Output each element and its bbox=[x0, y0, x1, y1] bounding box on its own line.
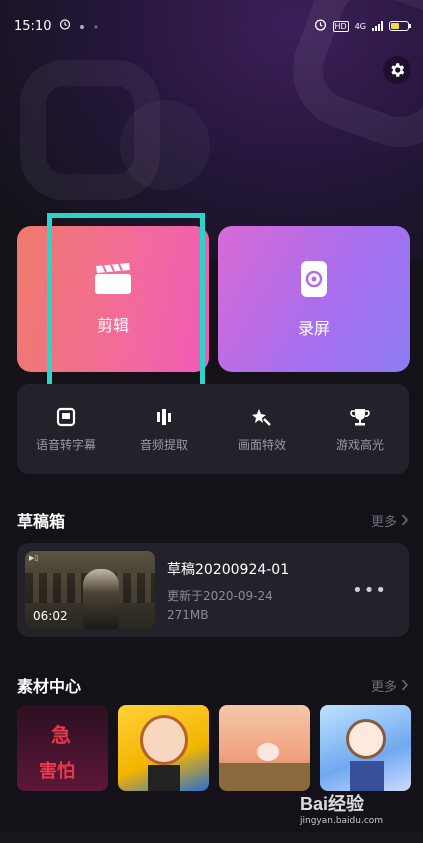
asset-tile[interactable] bbox=[118, 705, 209, 791]
chevron-right-icon bbox=[401, 679, 409, 691]
tool-game-highlight[interactable]: 游戏高光 bbox=[312, 406, 408, 453]
asset-tile[interactable]: 急 害怕 bbox=[17, 705, 108, 791]
record-screen-icon bbox=[301, 261, 327, 297]
watermark-brand: Bai经验 bbox=[300, 794, 365, 814]
draft-thumbnail: ▶▯ 06:02 bbox=[25, 551, 155, 629]
tool-subtitle[interactable]: 语音转字幕 bbox=[18, 406, 114, 453]
trophy-icon bbox=[350, 408, 370, 425]
asset-tile[interactable] bbox=[219, 705, 310, 791]
drafts-header: 草稿箱 更多 bbox=[17, 508, 409, 532]
clapperboard-icon bbox=[95, 263, 131, 294]
watermark-url: jingyan.baidu.com bbox=[300, 816, 384, 826]
status-time: 15:10 bbox=[14, 18, 52, 34]
asset-tile-text: 害怕 bbox=[39, 761, 75, 782]
gear-icon bbox=[391, 63, 405, 77]
hd-badge: HD bbox=[332, 20, 349, 32]
record-card[interactable]: 录屏 bbox=[218, 226, 410, 372]
signal-icon bbox=[372, 21, 383, 31]
assets-title: 素材中心 bbox=[17, 677, 82, 696]
draft-duration: 06:02 bbox=[33, 609, 68, 623]
draft-name: 草稿20200924-01 bbox=[167, 561, 290, 578]
assets-more-link[interactable]: 更多 bbox=[371, 676, 409, 695]
tool-label: 语音转字幕 bbox=[35, 437, 96, 452]
watermark: Bai经验 jingyan.baidu.com bbox=[300, 790, 383, 826]
navigation-bar bbox=[0, 832, 423, 843]
battery-icon bbox=[389, 21, 411, 31]
notification-dot-icon bbox=[79, 19, 85, 34]
edit-label: 剪辑 bbox=[96, 316, 129, 335]
assets-more-label: 更多 bbox=[370, 679, 397, 695]
edit-card[interactable]: 剪辑 bbox=[17, 226, 209, 372]
asset-tile[interactable] bbox=[320, 705, 411, 791]
tool-audio-extract[interactable]: 音频提取 bbox=[116, 406, 212, 453]
notification-dot-icon bbox=[93, 19, 99, 34]
draft-updated: 更新于2020-09-24 bbox=[167, 588, 273, 603]
tools-panel: 语音转字幕 音频提取 画面特效 游戏高光 bbox=[17, 384, 409, 474]
audio-extract-icon bbox=[157, 408, 171, 425]
tool-label: 游戏高光 bbox=[335, 437, 384, 452]
drafts-more-link[interactable]: 更多 bbox=[371, 511, 409, 530]
tool-effects[interactable]: 画面特效 bbox=[214, 406, 310, 453]
subtitle-icon bbox=[56, 407, 76, 426]
status-bar: 15:10 HD 4G bbox=[0, 0, 423, 52]
alarm-icon bbox=[314, 18, 327, 34]
draft-size: 271MB bbox=[167, 607, 209, 622]
more-options-icon[interactable]: ••• bbox=[352, 580, 387, 601]
draft-item[interactable]: ▶▯ 06:02 草稿20200924-01 更新于2020-09-24 271… bbox=[17, 543, 409, 637]
record-label: 录屏 bbox=[297, 319, 330, 338]
drafts-more-label: 更多 bbox=[370, 514, 397, 530]
assets-list: 急 害怕 bbox=[17, 705, 411, 791]
chevron-right-icon bbox=[401, 514, 409, 526]
drafts-title: 草稿箱 bbox=[17, 512, 66, 531]
asset-tile-text: 急 bbox=[51, 723, 71, 747]
network-label: 4G bbox=[354, 21, 366, 31]
settings-button[interactable] bbox=[383, 56, 411, 84]
tool-label: 画面特效 bbox=[237, 437, 286, 452]
assets-header: 素材中心 更多 bbox=[17, 673, 409, 697]
effects-icon bbox=[252, 408, 271, 426]
tool-label: 音频提取 bbox=[139, 437, 188, 452]
alarm-icon bbox=[59, 18, 71, 34]
draft-video-tag-icon: ▶▯ bbox=[29, 554, 39, 562]
